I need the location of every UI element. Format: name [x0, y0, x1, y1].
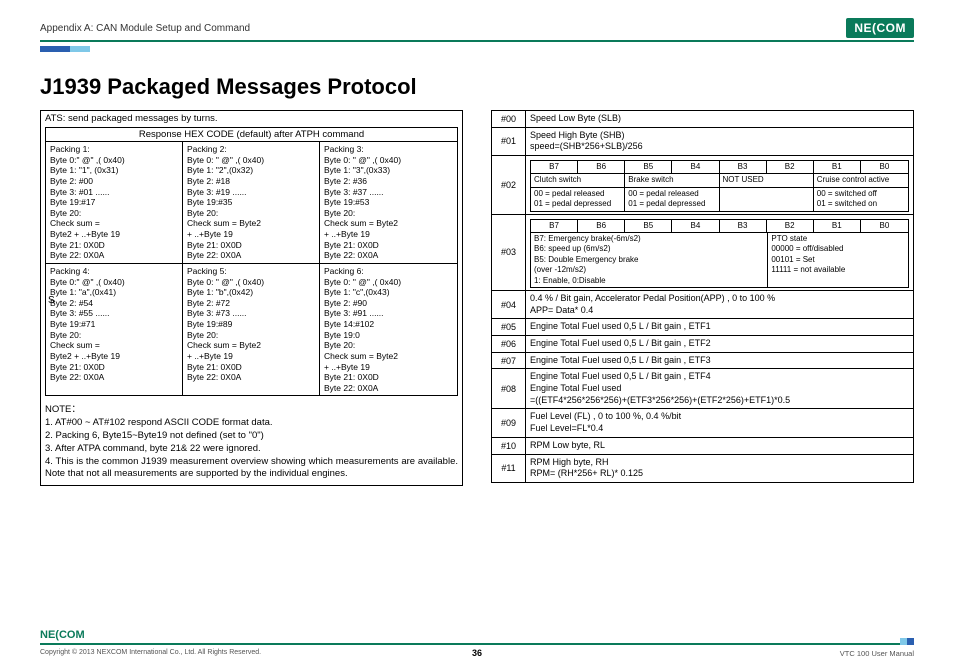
packing-2: Packing 2: Byte 0: " @" ,( 0x40) Byte 1:…	[183, 142, 320, 264]
row-09-body: Fuel Level (FL) , 0 to 100 %, 0.4 %/bit …	[526, 409, 913, 437]
ats-line: ATS: send packaged messages by turns.	[45, 113, 458, 124]
note-block: NOTE： 1. AT#00 ~ AT#102 respond ASCII CO…	[45, 404, 458, 481]
packing-1: Packing 1: Byte 0:" @" ,( 0x40) Byte 1: …	[46, 142, 183, 264]
packing-grid: Packing 1: Byte 0:" @" ,( 0x40) Byte 1: …	[45, 142, 458, 396]
row-02-labels: Clutch switch Brake switch NOT USED Crui…	[530, 174, 909, 187]
row-05-idx: #05	[492, 319, 526, 336]
packing-6: Packing 6: Byte 0: " @" ,( 0x40) Byte 1:…	[320, 264, 457, 396]
packaging-box: ATS: send packaged messages by turns. Re…	[40, 110, 463, 486]
row-06-body: Engine Total Fuel used 0,5 L / Bit gain …	[526, 336, 913, 353]
page-title: J1939 Packaged Messages Protocol	[40, 74, 914, 100]
accent-bar	[40, 46, 914, 52]
row-01-idx: #01	[492, 128, 526, 156]
row-06-idx: #06	[492, 336, 526, 353]
row-03-bits: B7 B6 B5 B4 B3 B2 B1 B0	[530, 219, 909, 233]
row-08-idx: #08	[492, 369, 526, 409]
packing-3: Packing 3: Byte 0: " @" ,( 0x40) Byte 1:…	[320, 142, 457, 264]
row-07-idx: #07	[492, 353, 526, 370]
row-11-idx: #11	[492, 455, 526, 482]
footer-page: 36	[472, 648, 482, 658]
footer-logo: NE(COM	[40, 629, 85, 641]
row-01-body: Speed High Byte (SHB) speed=(SHB*256+SLB…	[526, 128, 913, 156]
row-00-idx: #00	[492, 111, 526, 128]
row-03-idx: #03	[492, 215, 526, 291]
brand-logo: NE(COM	[846, 18, 914, 38]
row-07-body: Engine Total Fuel used 0,5 L / Bit gain …	[526, 353, 913, 370]
row-10-body: RPM Low byte, RL	[526, 438, 913, 455]
packing-4: Packing 4: Byte 0:" @" ,( 0x40) Byte 1: …	[46, 264, 183, 396]
row-04-idx: #04	[492, 291, 526, 319]
side-s-label: S	[48, 295, 55, 306]
row-04-body: 0.4 % / Bit gain, Accelerator Pedal Posi…	[526, 291, 913, 319]
row-02-bits: B7 B6 B5 B4 B3 B2 B1 B0	[530, 160, 909, 174]
row-00-body: Speed Low Byte (SLB)	[526, 111, 913, 128]
footer-manual: VTC 100 User Manual	[840, 649, 914, 658]
footer-accent	[900, 638, 914, 645]
packing-5: Packing 5: Byte 0: " @" ,( 0x40) Byte 1:…	[183, 264, 320, 396]
row-09-idx: #09	[492, 409, 526, 437]
row-05-body: Engine Total Fuel used 0,5 L / Bit gain …	[526, 319, 913, 336]
resp-header: Response HEX CODE (default) after ATPH c…	[45, 127, 458, 142]
page-footer: NE(COM Copyright © 2013 NEXCOM Internati…	[40, 643, 914, 658]
row-08-body: Engine Total Fuel used 0,5 L / Bit gain …	[526, 369, 913, 409]
row-02-values: 00 = pedal released 01 = pedal depressed…	[530, 188, 909, 212]
row-02-idx: #02	[492, 156, 526, 215]
byte-table: #00 Speed Low Byte (SLB) #01 Speed High …	[491, 110, 914, 483]
row-11-body: RPM High byte, RH RPM= (RH*256+ RL)* 0.1…	[526, 455, 913, 482]
row-03-body: B7 B6 B5 B4 B3 B2 B1 B0 B7: Emergency br…	[526, 215, 913, 291]
page-header: Appendix A: CAN Module Setup and Command…	[40, 18, 914, 42]
footer-copyright: Copyright © 2013 NEXCOM International Co…	[40, 649, 261, 656]
row-02-body: B7 B6 B5 B4 B3 B2 B1 B0 Clutch switch Br…	[526, 156, 913, 215]
row-10-idx: #10	[492, 438, 526, 455]
appendix-title: Appendix A: CAN Module Setup and Command	[40, 23, 250, 34]
row-03-content: B7: Emergency brake(-6m/s2) B6: speed up…	[530, 233, 909, 288]
